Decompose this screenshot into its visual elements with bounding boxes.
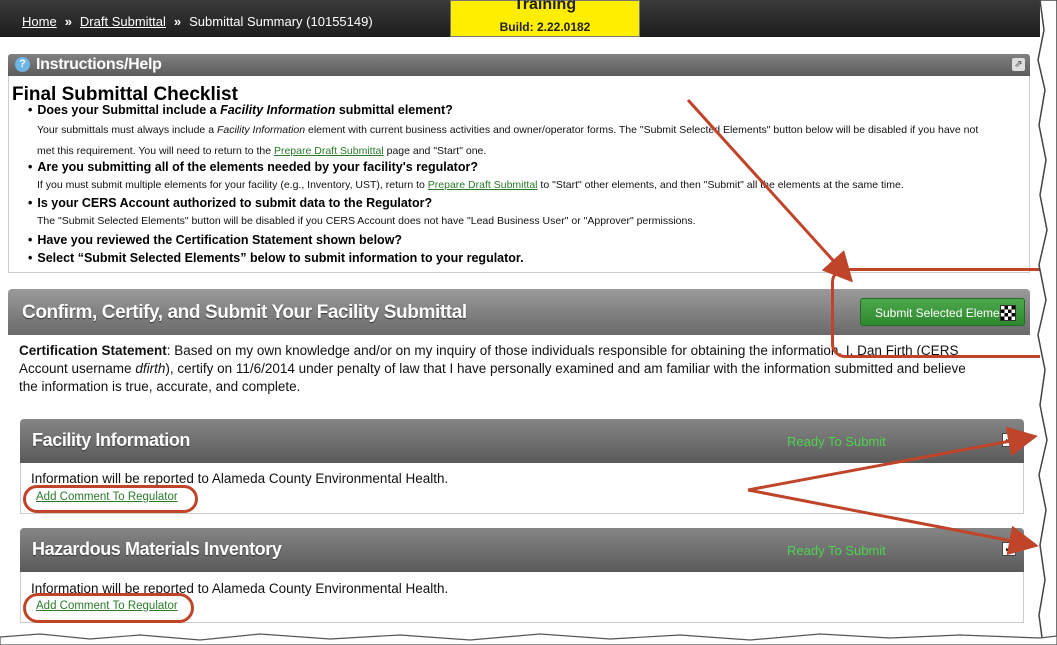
element-status: Ready To Submit [787,543,886,558]
checklist-item: Are you submitting all of the elements n… [28,160,478,174]
checklist-detail: If you must submit multiple elements for… [37,179,904,191]
torn-edge-bottom [0,633,1057,645]
checkbox-icon[interactable]: ✓ [1002,433,1016,447]
top-bar: Home » Draft Submittal » Submittal Summary (… [0,0,1040,37]
element-title: Facility Information [32,430,191,450]
breadcrumb-current: Submittal Summary (10155149) [189,14,373,29]
checkbox-icon[interactable]: ✓ [1002,542,1016,556]
build-version: Build: 2.22.0182 [499,20,591,34]
annotation-oval [23,485,198,513]
checklist-item: Is your CERS Account authorized to submi… [28,196,432,210]
breadcrumb-separator: » [64,14,72,29]
confirm-panel-title: Confirm, Certify, and Submit Your Facili… [22,302,467,323]
checklist-detail: Your submittals must always include a Fa… [37,124,979,136]
breadcrumb-separator: » [173,14,182,29]
prepare-draft-submittal-link[interactable]: Prepare Draft Submittal [274,145,384,157]
checklist-item: Does your Submittal include a Facility I… [28,103,452,117]
instructions-title: Instructions/Help [36,56,162,73]
element-header-hazardous-materials-inventory: Hazardous Materials Inventory Ready To S… [20,528,1024,572]
cers-username: dfirth [135,361,166,376]
element-header-facility-information: Facility Information Ready To Submit ✓ [20,419,1024,463]
breadcrumb: Home » Draft Submittal » Submittal Summary (… [22,14,373,29]
element-info: Information will be reported to Alameda … [31,471,449,486]
prepare-draft-submittal-link[interactable]: Prepare Draft Submittal [428,179,538,191]
checklist-item: Have you reviewed the Certification Stat… [28,233,402,247]
annotation-oval [23,593,194,623]
breadcrumb-draft-submittal-link[interactable]: Draft Submittal [80,14,166,29]
element-status: Ready To Submit [787,434,886,449]
checklist-detail: met this requirement. You will need to r… [37,145,487,157]
checklist-detail: The "Submit Selected Elements" button wi… [37,215,696,227]
certification-label: Certification Statement [19,343,167,358]
collapse-icon[interactable]: ⇗ [1012,58,1025,71]
annotation-oval [831,268,1057,358]
environment-label: Training [513,0,577,13]
instructions-header[interactable]: ? Instructions/Help ⇗ [8,54,1030,76]
checklist-item: Select “Submit Selected Elements” below … [28,251,523,265]
element-title: Hazardous Materials Inventory [32,539,282,559]
torn-edge [1037,0,1057,645]
build-badge: Training Build: 2.22.0182 [450,0,640,37]
breadcrumb-home-link[interactable]: Home [22,14,57,29]
help-icon: ? [15,57,30,72]
page: Home » Draft Submittal » Submittal Summary (… [0,0,1057,640]
